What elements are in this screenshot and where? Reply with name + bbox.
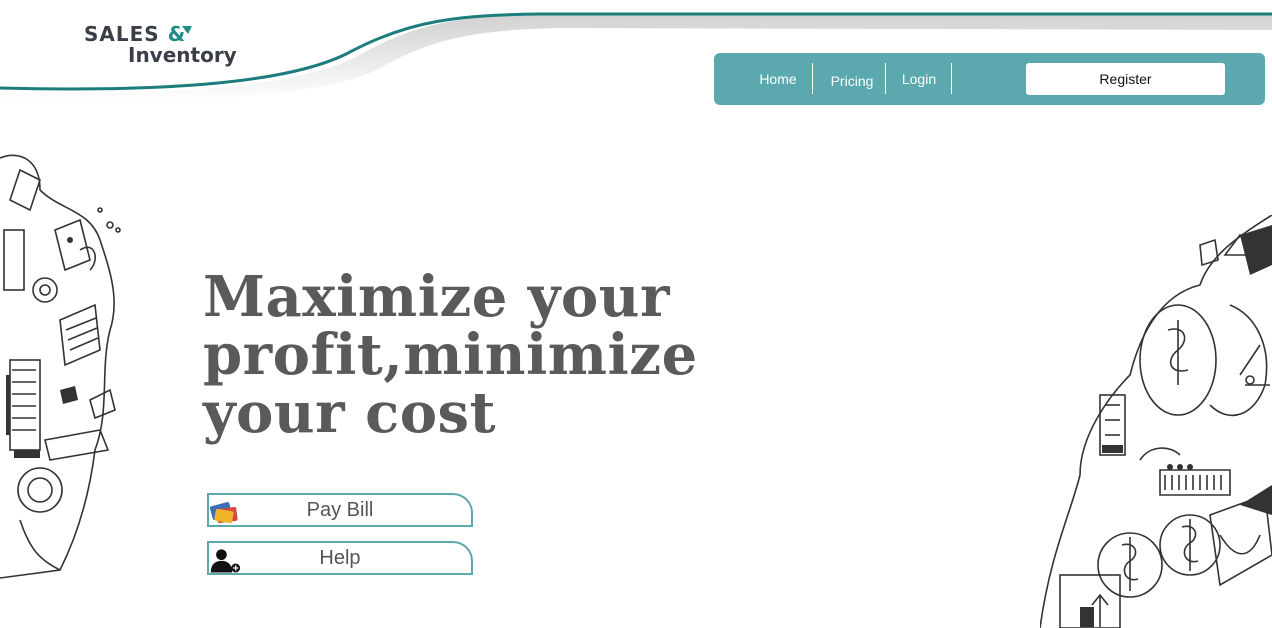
headline-line: your cost — [203, 380, 496, 446]
pay-bill-label: Pay Bill — [306, 498, 374, 521]
headline-line: profit,minimize — [203, 322, 698, 388]
nav-divider — [951, 63, 952, 94]
main-nav: Home Pricing Login Register — [714, 53, 1265, 105]
nav-pricing[interactable]: Pricing — [819, 65, 885, 96]
nav-divider — [812, 63, 813, 94]
logo-check-icon — [182, 26, 192, 34]
brand-logo[interactable]: SALES & Inventory — [84, 22, 237, 70]
logo-text-inventory: Inventory — [128, 43, 237, 67]
help-button[interactable]: Help — [207, 541, 473, 575]
nav-divider — [885, 63, 886, 94]
register-button[interactable]: Register — [1026, 63, 1225, 95]
nav-login[interactable]: Login — [894, 63, 944, 94]
headline-line: Maximize your — [203, 264, 670, 330]
business-doodle-left — [0, 154, 121, 579]
hero-headline: Maximize your profit,minimize your cost — [203, 268, 698, 442]
nav-home[interactable]: Home — [750, 63, 806, 94]
help-label: Help — [319, 546, 361, 569]
finance-doodle-right — [1040, 215, 1272, 628]
pay-bill-button[interactable]: Pay Bill — [207, 493, 473, 527]
